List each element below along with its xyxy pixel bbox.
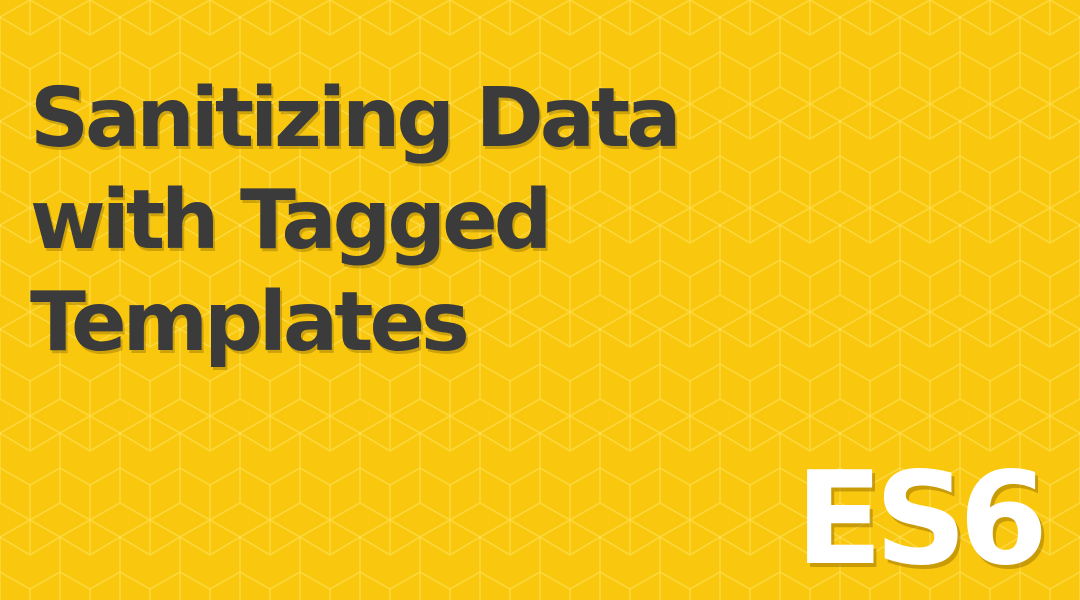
title-line-2: with Tagged: [30, 173, 552, 268]
title-line-3: Templates: [30, 275, 470, 370]
page-title: Sanitizing Data with Tagged Templates: [30, 68, 682, 374]
title-line-1: Sanitizing Data: [30, 71, 682, 166]
es6-badge: ES6: [795, 445, 1048, 594]
course-banner: Sanitizing Data with Tagged Templates ES…: [0, 0, 1080, 600]
